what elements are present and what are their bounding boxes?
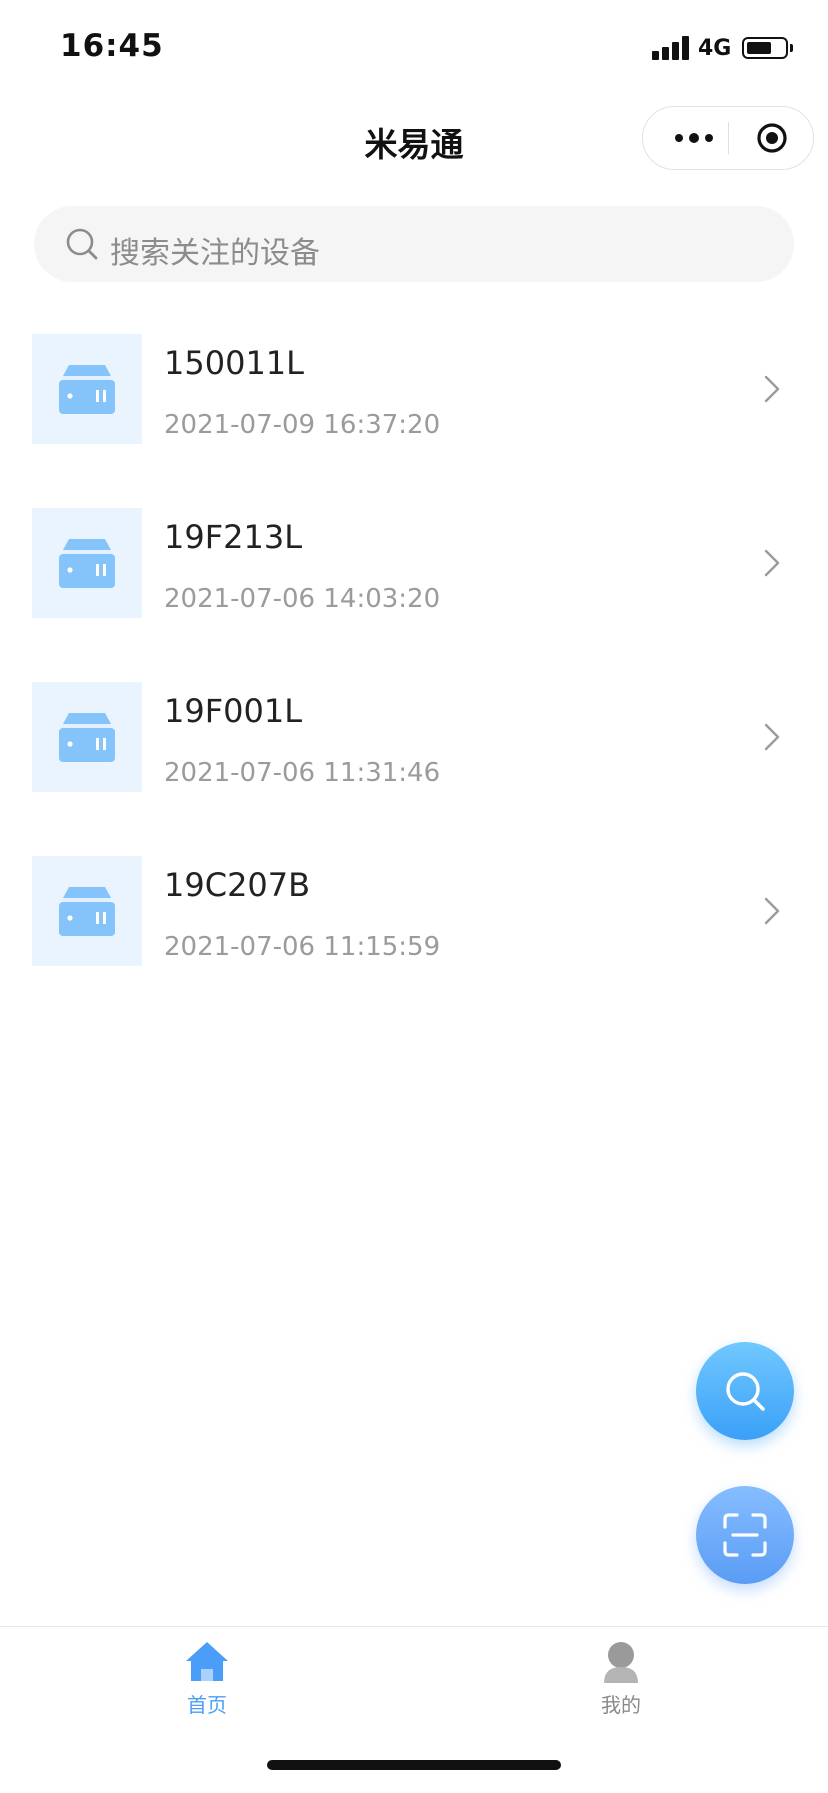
device-item[interactable]: 19C207B 2021-07-06 11:15:59: [0, 856, 828, 1030]
tab-home[interactable]: 首页: [147, 1639, 267, 1718]
tab-home-label: 首页: [187, 1693, 227, 1717]
network-type: 4G: [698, 36, 732, 61]
search-placeholder: 搜索关注的设备: [110, 236, 320, 271]
battery-icon: [742, 37, 793, 59]
chevron-right-icon: [764, 897, 780, 925]
device-name: 19C207B: [164, 866, 311, 904]
device-list: 150011L 2021-07-09 16:37:20 19F213L 2021…: [0, 334, 828, 1030]
more-dots-icon[interactable]: [667, 107, 727, 169]
device-time: 2021-07-06 11:15:59: [164, 932, 441, 962]
nav-bar: 米易通: [0, 100, 828, 176]
device-name: 19F001L: [164, 692, 303, 730]
device-item[interactable]: 19F213L 2021-07-06 14:03:20: [0, 508, 828, 682]
device-name: 150011L: [164, 344, 304, 382]
capsule-divider: [728, 122, 729, 154]
device-thumbnail: [32, 334, 142, 444]
search-fab-button[interactable]: [696, 1342, 794, 1440]
user-icon: [604, 1642, 638, 1683]
search-icon: [726, 1372, 765, 1411]
device-item[interactable]: 150011L 2021-07-09 16:37:20: [0, 334, 828, 508]
tab-mine-label: 我的: [601, 1693, 641, 1717]
mini-program-capsule: [642, 106, 814, 170]
status-bar: 16:45 4G: [0, 0, 828, 100]
device-name: 19F213L: [164, 518, 303, 556]
device-thumbnail: [32, 682, 142, 792]
chevron-right-icon: [764, 375, 780, 403]
device-thumbnail: [32, 508, 142, 618]
search-input[interactable]: 搜索关注的设备: [34, 206, 794, 282]
status-time: 16:45: [60, 28, 164, 64]
device-icon: [59, 713, 115, 762]
device-thumbnail: [32, 856, 142, 966]
device-time: 2021-07-06 11:31:46: [164, 758, 441, 788]
search-icon: [66, 228, 98, 260]
device-time: 2021-07-06 14:03:20: [164, 584, 441, 614]
device-icon: [59, 887, 115, 936]
chevron-right-icon: [764, 549, 780, 577]
signal-icon: [652, 36, 692, 60]
target-circle-icon[interactable]: [756, 122, 788, 154]
device-icon: [59, 365, 115, 414]
device-icon: [59, 539, 115, 588]
scan-fab-button[interactable]: [696, 1486, 794, 1584]
chevron-right-icon: [764, 723, 780, 751]
device-time: 2021-07-09 16:37:20: [164, 410, 441, 440]
tab-mine[interactable]: 我的: [561, 1639, 681, 1718]
home-indicator: [267, 1760, 561, 1770]
home-icon: [186, 1642, 228, 1681]
scan-icon: [723, 1513, 767, 1557]
device-item[interactable]: 19F001L 2021-07-06 11:31:46: [0, 682, 828, 856]
